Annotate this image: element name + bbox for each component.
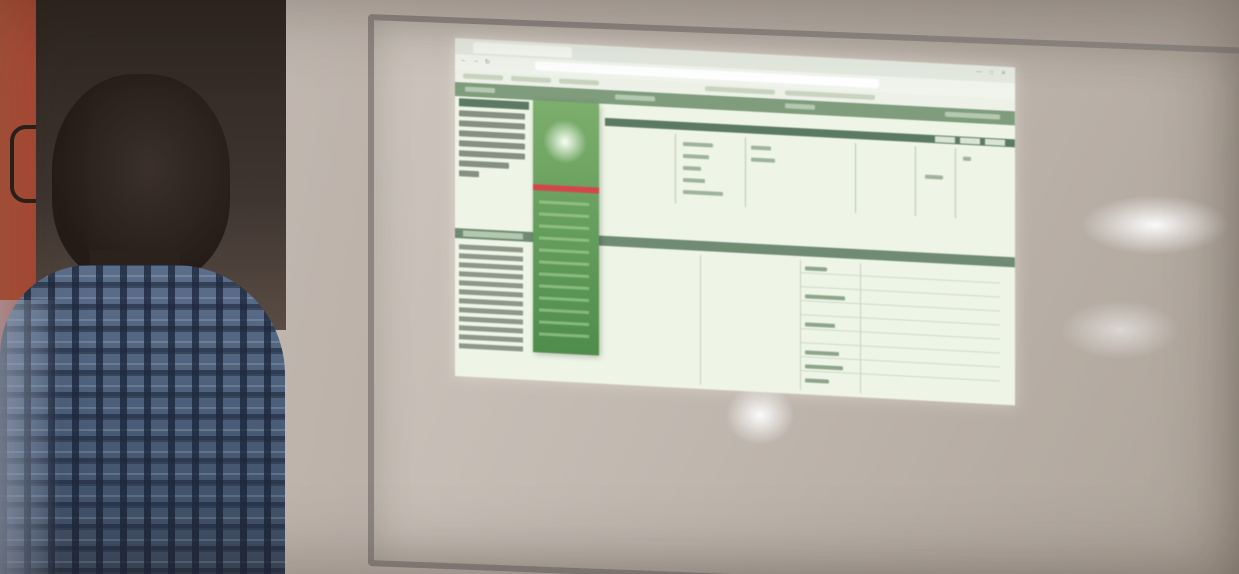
- detail-label: [805, 350, 839, 357]
- field-label: [459, 298, 523, 307]
- detail-label: [805, 378, 829, 384]
- dropdown-item[interactable]: [539, 272, 589, 279]
- grid-divider: [745, 137, 746, 208]
- toolbar-button[interactable]: [960, 137, 980, 145]
- dropdown-item[interactable]: [539, 248, 589, 255]
- grid-row-line: [800, 370, 1000, 382]
- dropdown-item[interactable]: [539, 320, 589, 327]
- bookmark[interactable]: [511, 75, 551, 84]
- detail-label: [805, 322, 835, 328]
- field-label: [459, 334, 523, 343]
- grid-row-line: [800, 328, 1000, 340]
- left-field-labels: [459, 108, 539, 182]
- field-label: [459, 130, 525, 140]
- dropdown-item[interactable]: [539, 212, 589, 219]
- detail-label: [805, 294, 845, 301]
- form-toolbar: [605, 117, 1015, 148]
- forward-icon[interactable]: →: [473, 58, 479, 64]
- light-glare-lower-right: [1060, 300, 1180, 360]
- field-label: [459, 110, 525, 120]
- field-label: [459, 307, 523, 316]
- field-label: [459, 343, 523, 352]
- field-label: [459, 280, 523, 289]
- app-menu-item[interactable]: [615, 94, 655, 102]
- grid-divider: [675, 133, 676, 204]
- grid-value: [683, 189, 723, 197]
- app-menu-item[interactable]: [785, 103, 815, 110]
- grid-value: [963, 156, 971, 162]
- dropdown-glare: [543, 118, 587, 165]
- toolbar-button[interactable]: [985, 138, 1005, 146]
- bookmark[interactable]: [463, 73, 503, 81]
- grid-value: [683, 177, 705, 184]
- field-label: [459, 316, 523, 325]
- field-label: [459, 262, 523, 271]
- field-label: [459, 271, 523, 280]
- app-menu-item[interactable]: [945, 111, 1000, 120]
- grid-divider: [700, 254, 701, 385]
- lower-detail-grid: [600, 250, 1005, 401]
- grid-divider: [855, 142, 856, 214]
- grid-value: [751, 157, 775, 163]
- dropdown-item[interactable]: [539, 308, 589, 315]
- grid-divider: [955, 148, 956, 219]
- grid-divider: [915, 146, 916, 217]
- grid-value: [925, 174, 943, 180]
- dropdown-item[interactable]: [539, 332, 589, 339]
- bookmark[interactable]: [559, 78, 599, 86]
- grid-value: [683, 165, 701, 171]
- dropdown-item[interactable]: [539, 236, 589, 243]
- projected-screen: — □ ✕ ← → ↻: [455, 38, 1015, 406]
- field-label: [459, 289, 523, 298]
- bookmark[interactable]: [785, 90, 875, 101]
- section-tab[interactable]: [463, 230, 523, 240]
- grid-row-line: [800, 272, 1000, 284]
- grid-value: [683, 141, 713, 148]
- dropdown-item[interactable]: [539, 260, 589, 267]
- dropdown-selected-item[interactable]: [533, 184, 599, 194]
- classroom-photo: — □ ✕ ← → ↻: [0, 0, 1239, 574]
- field-label: [459, 160, 509, 169]
- bookmark[interactable]: [705, 86, 775, 95]
- field-label: [459, 325, 523, 334]
- shirt-highlight: [0, 300, 60, 574]
- field-label: [459, 170, 479, 178]
- grid-row-line: [800, 300, 1000, 312]
- reload-icon[interactable]: ↻: [485, 59, 490, 66]
- toolbar-button[interactable]: [935, 136, 955, 144]
- grid-value: [683, 153, 709, 160]
- dropdown-item[interactable]: [539, 224, 589, 231]
- field-label: [459, 140, 525, 150]
- detail-label: [805, 364, 843, 371]
- dropdown-item[interactable]: [539, 296, 589, 303]
- back-icon[interactable]: ←: [461, 57, 467, 63]
- light-glare-right: [1080, 195, 1230, 255]
- app-menu-item[interactable]: [465, 86, 495, 94]
- field-label: [459, 150, 525, 160]
- grid-value: [751, 145, 771, 151]
- light-glare-center: [725, 385, 795, 445]
- door-handle: [10, 125, 36, 203]
- field-label: [459, 253, 523, 262]
- dropdown-item[interactable]: [539, 200, 589, 207]
- field-label: [459, 120, 525, 130]
- dropdown-item[interactable]: [539, 284, 589, 291]
- open-dropdown-menu[interactable]: [533, 100, 599, 356]
- window-controls[interactable]: — □ ✕: [976, 68, 1009, 77]
- field-label: [459, 244, 523, 253]
- detail-label: [805, 266, 827, 272]
